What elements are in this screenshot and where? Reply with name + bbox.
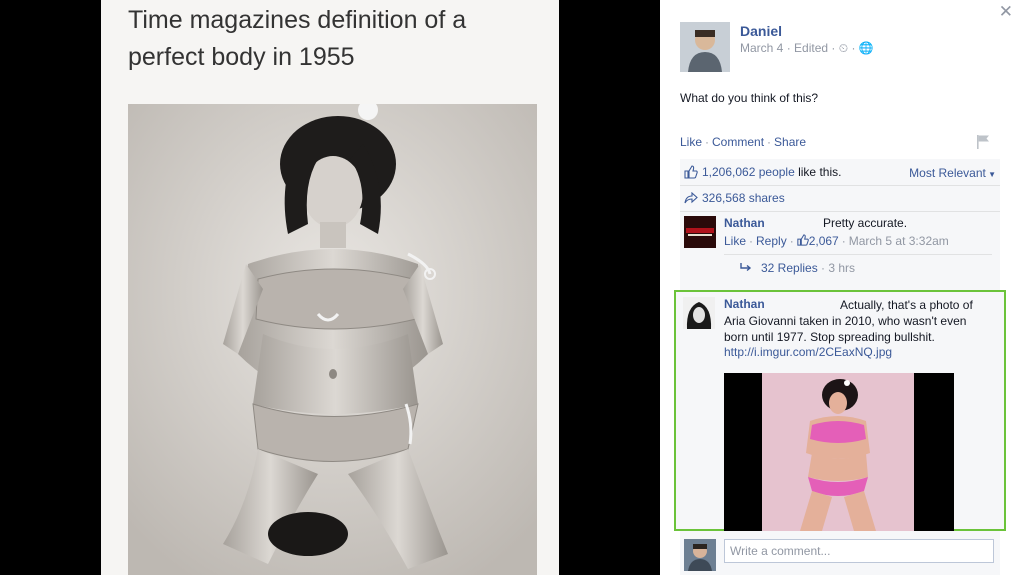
meme-image[interactable]: Time magazines definition of a perfect b… (101, 0, 559, 575)
author-name[interactable]: Daniel (740, 23, 782, 39)
close-icon[interactable]: ✕ (999, 2, 1013, 22)
meta-separator: · (786, 41, 795, 55)
comment-input[interactable] (724, 539, 994, 563)
comment-reply-link[interactable]: Reply (756, 234, 787, 248)
color-photo (762, 373, 914, 531)
comment-author[interactable]: Nathan (724, 216, 765, 230)
action-separator: · (705, 135, 710, 149)
current-user-avatar[interactable] (684, 539, 716, 571)
post-panel: ✕ Daniel March 4 · Edited · ⏲ · 🌐 What d… (660, 0, 1021, 575)
flag-icon[interactable] (976, 134, 990, 150)
commenter-avatar[interactable] (683, 297, 715, 329)
meme-caption: Time magazines definition of a perfect b… (128, 6, 467, 71)
caret-down-icon: ▼ (985, 170, 996, 179)
comment-text: Pretty accurate. (823, 216, 908, 230)
comment-link[interactable]: Comment (712, 135, 764, 149)
highlighted-comment: Actually, that's a photo of Aria Giovann… (674, 290, 1006, 531)
commenter-avatar[interactable] (684, 216, 716, 248)
meta-separator: · (831, 41, 839, 55)
photo-stage: Time magazines definition of a perfect b… (0, 0, 660, 575)
comment-like-link[interactable]: Like (724, 234, 746, 248)
vintage-photo (128, 104, 537, 575)
sort-label: Most Relevant (909, 166, 986, 180)
action-separator: · (767, 135, 772, 149)
post-text: What do you think of this? (680, 91, 819, 105)
comment-link[interactable]: http://i.imgur.com/2CEaxNQ.jpg (724, 345, 892, 359)
share-arrow-icon (684, 192, 698, 204)
post-date[interactable]: March 4 (740, 41, 783, 55)
comment-author[interactable]: Nathan (724, 297, 765, 311)
globe-icon[interactable]: 🌐 (859, 41, 874, 55)
likes-suffix: like this. (794, 165, 842, 179)
likes-count[interactable]: 1,206,062 people (702, 165, 795, 179)
like-link[interactable]: Like (680, 135, 702, 149)
comment-item: Nathan Pretty accurate. Like · Reply · 2,067… (680, 211, 1000, 285)
shares-count[interactable]: 326,568 shares (702, 185, 785, 211)
edited-label[interactable]: Edited (794, 41, 828, 55)
author-avatar[interactable] (680, 22, 730, 72)
clock-icon: ⏲ (838, 41, 849, 55)
shares-row: 326,568 shares (680, 185, 1000, 212)
share-link[interactable]: Share (774, 135, 806, 149)
action-separator: · (841, 234, 846, 248)
post-meta: March 4 · Edited · ⏲ · 🌐 (740, 41, 874, 56)
comment-actions: Like · Reply · 2,067 · March 5 at 3:32am (724, 234, 949, 248)
comment-composer (680, 536, 1000, 575)
meta-separator: · (851, 41, 859, 55)
action-separator: · (789, 234, 794, 248)
comment-like-count[interactable]: 2,067 (809, 234, 839, 248)
sort-dropdown[interactable]: Most Relevant ▼ (909, 160, 996, 188)
thumbs-up-icon (797, 234, 809, 246)
comment-image[interactable] (724, 373, 954, 531)
meta-separator: · (817, 261, 829, 275)
action-separator: · (749, 234, 754, 248)
replies-time: 3 hrs (828, 261, 856, 275)
replies-count: 32 Replies (761, 261, 818, 275)
post-actions: Like · Comment · Share (680, 135, 806, 149)
replies-divider (724, 254, 992, 255)
comment-time[interactable]: March 5 at 3:32am (849, 234, 949, 248)
reply-arrow-icon (740, 263, 752, 272)
likes-row: 1,206,062 people like this. Most Relevan… (680, 159, 1000, 186)
thumbs-up-icon (684, 165, 698, 179)
likes-summary: 1,206,062 people like this. (702, 159, 841, 185)
